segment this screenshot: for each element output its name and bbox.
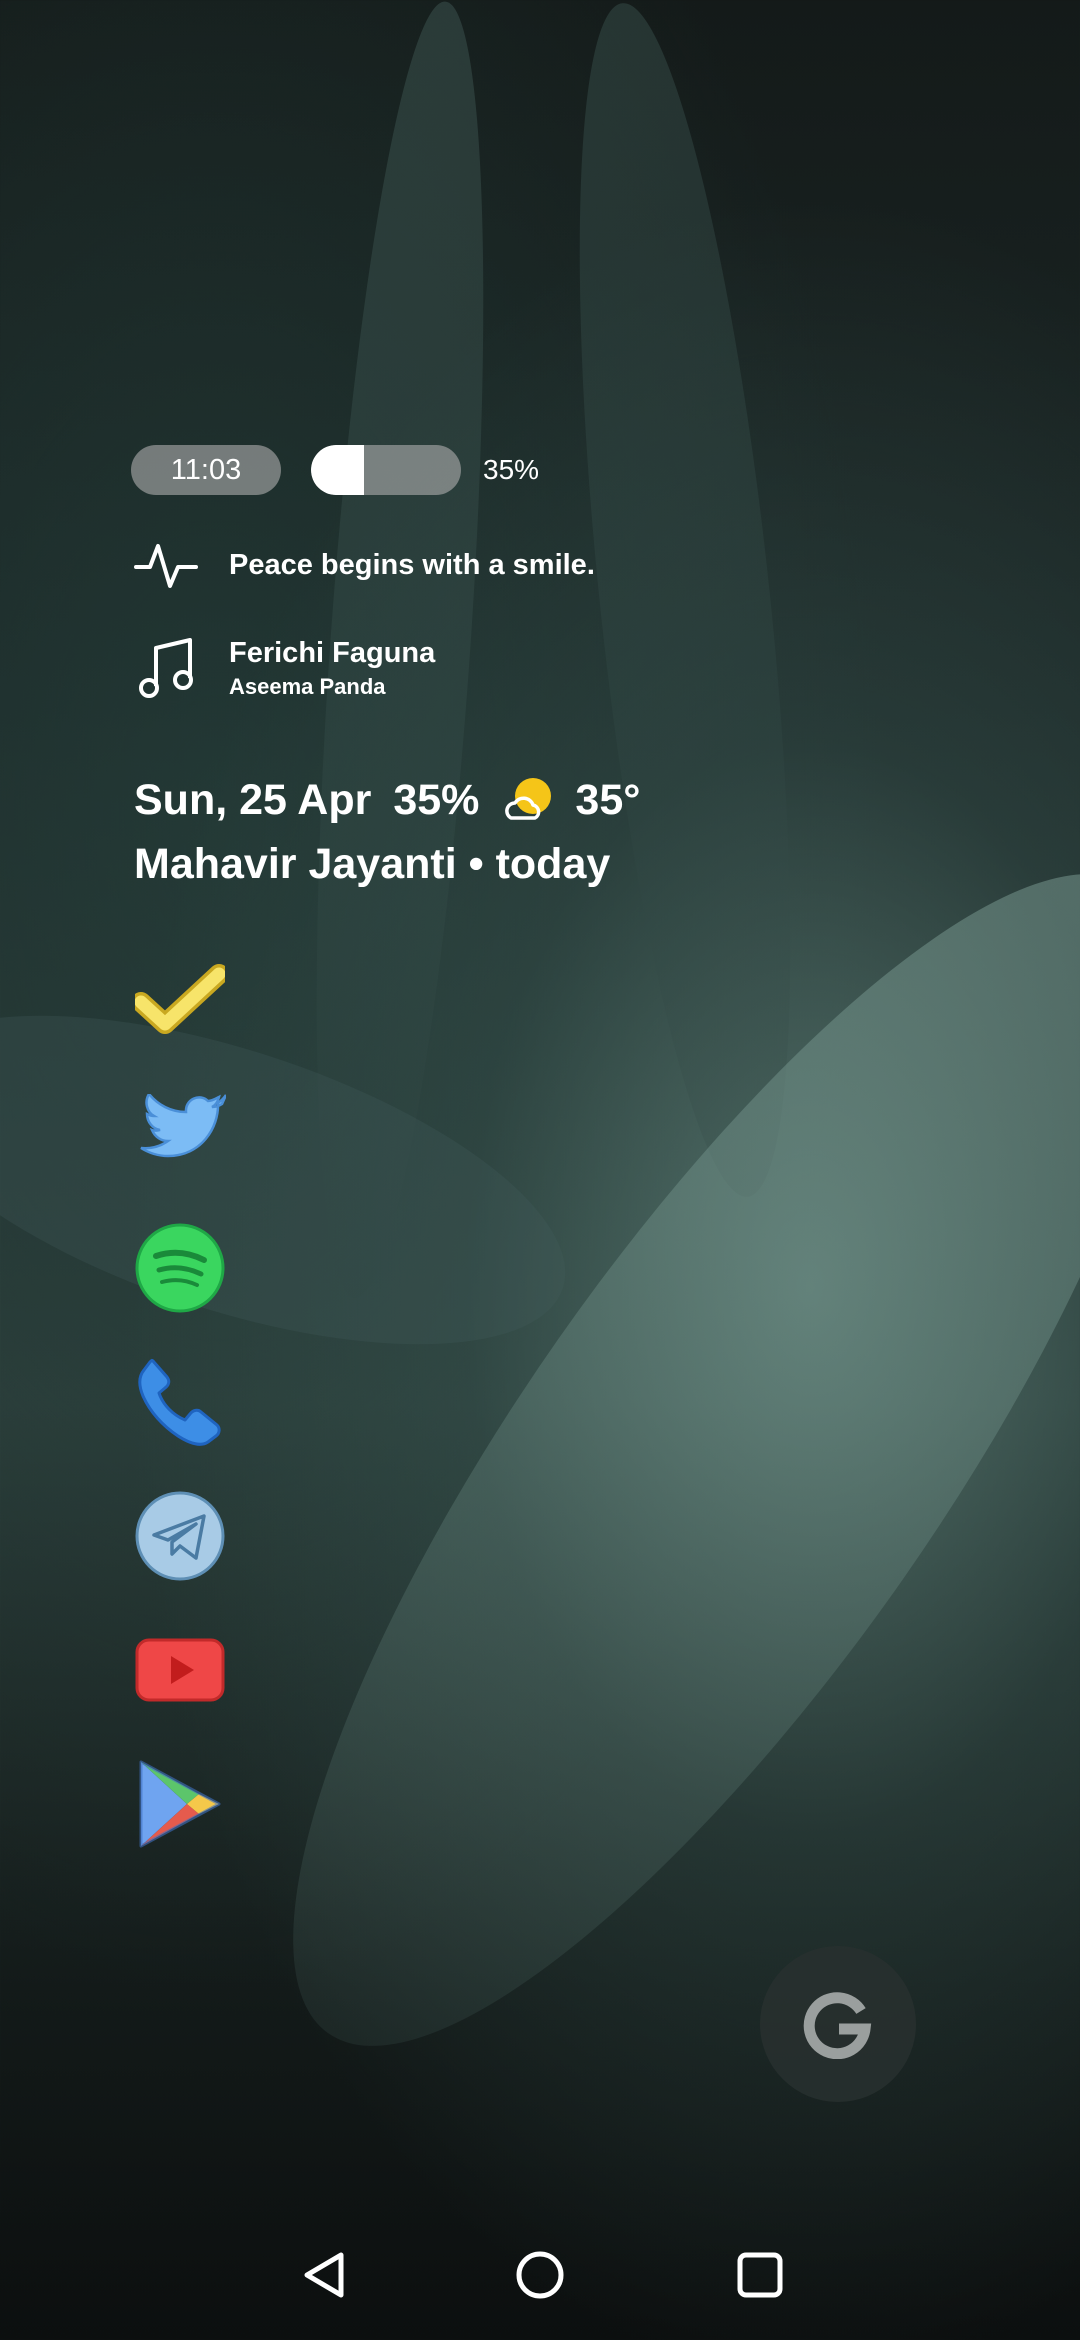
battery-fill xyxy=(311,445,364,495)
home-screen: 11:03 35% Peace begins with a smile. Fer… xyxy=(0,0,1080,2340)
song-title: Ferichi Faguna xyxy=(229,636,436,669)
song-artist: Aseema Panda xyxy=(229,673,386,699)
twitter-icon[interactable] xyxy=(132,1086,228,1182)
google-g-icon xyxy=(803,1992,872,2059)
time-text: 11:03 xyxy=(170,453,242,486)
music-row[interactable]: Ferichi Faguna Aseema Panda xyxy=(131,633,435,703)
status-widget: 11:03 35% xyxy=(131,445,539,495)
home-circle-icon[interactable] xyxy=(510,2245,570,2305)
date-text: Sun, 25 Apr xyxy=(134,775,372,824)
quote-text: Peace begins with a smile. xyxy=(229,548,595,581)
navigation-bar xyxy=(0,2230,1080,2320)
google-search-button[interactable] xyxy=(760,1946,916,2102)
time-pill[interactable]: 11:03 xyxy=(131,445,281,495)
battery-bar xyxy=(311,445,461,495)
at-a-glance[interactable]: Sun, 25 Apr 35% 35° xyxy=(134,772,662,828)
app-list xyxy=(132,952,228,1890)
battery-percent: 35% xyxy=(483,454,540,485)
telegram-icon[interactable] xyxy=(132,1488,228,1584)
temperature-text: 35° xyxy=(575,775,641,824)
event-text[interactable]: Mahavir Jayanti • today xyxy=(134,840,610,889)
tasks-check-icon[interactable] xyxy=(132,952,228,1048)
back-triangle-icon[interactable] xyxy=(294,2245,354,2305)
spotify-icon[interactable] xyxy=(132,1220,228,1316)
music-note-icon xyxy=(131,633,201,703)
activity-pulse-icon xyxy=(131,530,201,600)
glance-battery: 35% xyxy=(393,775,480,824)
recents-square-icon[interactable] xyxy=(730,2245,790,2305)
play-store-icon[interactable] xyxy=(132,1756,228,1852)
quote-row[interactable]: Peace begins with a smile. xyxy=(131,530,595,600)
partly-cloudy-icon xyxy=(505,778,552,820)
phone-icon[interactable] xyxy=(132,1354,228,1450)
youtube-icon[interactable] xyxy=(132,1622,228,1718)
